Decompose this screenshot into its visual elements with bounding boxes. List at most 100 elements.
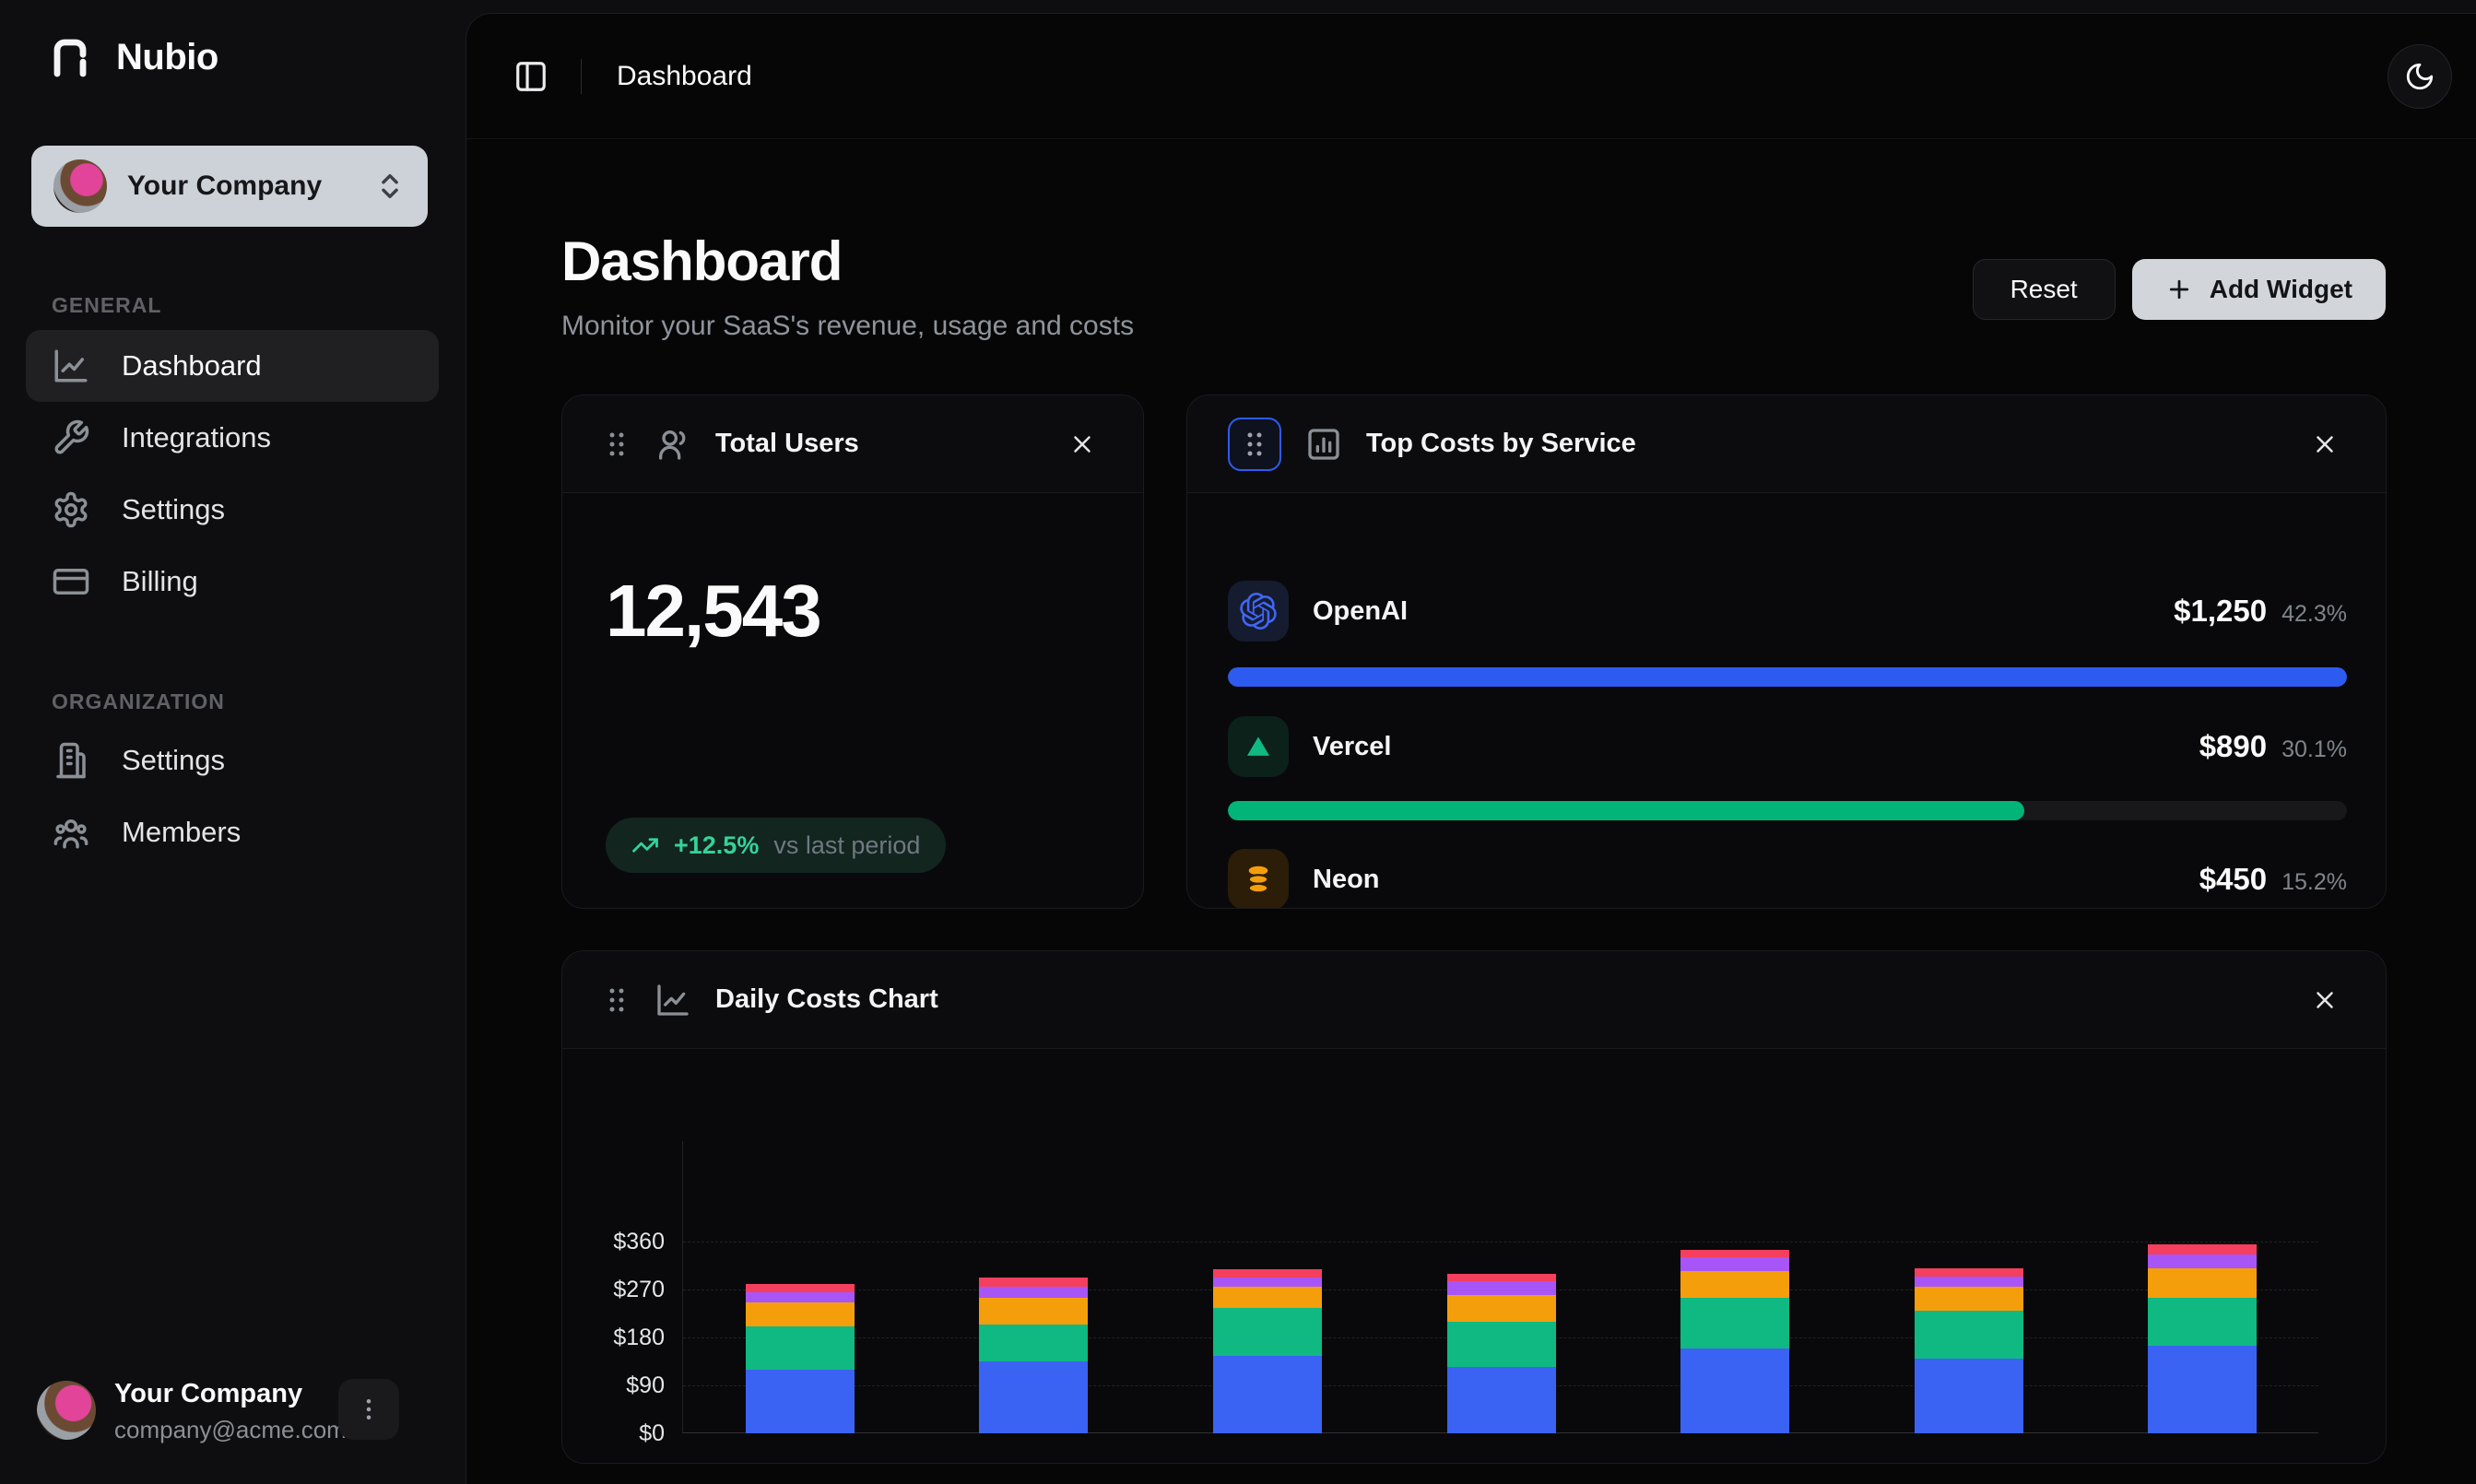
section-label-general: GENERAL (52, 293, 161, 318)
service-name: OpenAI (1313, 596, 1408, 627)
service-name: Neon (1313, 865, 1380, 895)
sidebar: Nubio Your Company GENERAL Dashboard Int… (0, 0, 466, 1484)
sidebar-item-settings[interactable]: Settings (26, 474, 439, 546)
service-name: Vercel (1313, 732, 1391, 762)
bar-segment-openai (1447, 1367, 1556, 1433)
sidebar-item-label: Integrations (122, 421, 271, 454)
ellipsis-vertical-icon (355, 1396, 383, 1423)
bar-segment-clerk (2148, 1244, 2257, 1255)
nubio-logo-icon (48, 35, 92, 79)
bar-segment-clerk (1680, 1250, 1789, 1258)
workspace-avatar (53, 159, 107, 213)
y-axis-tick: $180 (561, 1325, 665, 1351)
chart-line-icon (52, 347, 90, 385)
bar-segment-neon (1915, 1287, 2023, 1311)
bar-segment-openai (1915, 1359, 2023, 1433)
progress-bar-vercel (1228, 801, 2347, 820)
widget-top-costs: Top Costs by Service OpenAI $1,250 42.3% (1186, 395, 2387, 909)
drag-handle-icon[interactable] (1228, 418, 1281, 471)
close-widget-button[interactable] (2305, 424, 2345, 465)
sidebar-item-label: Settings (122, 744, 225, 777)
people-icon (52, 813, 90, 852)
wrench-icon (52, 418, 90, 457)
building-icon (52, 741, 90, 780)
bar-segment-openai (746, 1370, 855, 1433)
bar-segment-neon (746, 1302, 855, 1326)
drag-handle-icon[interactable] (603, 426, 631, 463)
add-widget-button[interactable]: Add Widget (2132, 259, 2386, 320)
line-chart-icon (654, 982, 691, 1019)
total-users-value: 12,543 (606, 569, 820, 654)
topbar: Dashboard (466, 14, 2476, 139)
trending-up-icon (631, 831, 659, 859)
footer-company-name: Your Company (114, 1379, 302, 1409)
service-percent: 15.2% (2281, 869, 2347, 896)
bar-segment-clerk (1915, 1268, 2023, 1277)
nav-general: Dashboard Integrations Settings Billing (26, 330, 439, 618)
sidebar-toggle-button[interactable] (505, 51, 557, 102)
sidebar-item-org-settings[interactable]: Settings (26, 724, 439, 796)
cost-row-neon: Neon $450 15.2% (1228, 849, 2347, 909)
trend-note: vs last period (773, 831, 920, 860)
bar-segment-neon (1213, 1287, 1322, 1308)
progress-bar-openai (1228, 667, 2347, 687)
workspace-selector[interactable]: Your Company (31, 146, 428, 227)
topbar-divider (581, 59, 582, 94)
close-icon (1068, 430, 1096, 458)
widget-title: Total Users (715, 429, 859, 459)
sidebar-item-billing[interactable]: Billing (26, 546, 439, 618)
panel-left-icon (513, 59, 548, 94)
widget-header: Top Costs by Service (1187, 395, 2386, 493)
plus-icon (2165, 276, 2193, 303)
widget-title: Top Costs by Service (1366, 429, 1636, 459)
y-axis-tick: $90 (561, 1372, 665, 1399)
footer-menu-button[interactable] (338, 1379, 399, 1440)
widget-body: 12,543 +12.5% vs last period (562, 493, 1143, 908)
widget-daily-costs: Daily Costs Chart $0$90$180$270$360Jan 1… (561, 950, 2387, 1464)
bar-segment-resend (746, 1292, 855, 1303)
y-axis-tick: $0 (561, 1420, 665, 1447)
bar-segment-neon (1680, 1271, 1789, 1298)
sidebar-item-integrations[interactable]: Integrations (26, 402, 439, 474)
chart-plot: $0$90$180$270$360Jan 1Jan 2Jan 3Jan 4Jan… (682, 1141, 2318, 1433)
sidebar-footer: Your Company company@acme.com (0, 1377, 466, 1451)
users-icon (654, 426, 691, 463)
bar-segment-clerk (979, 1278, 1088, 1287)
openai-logo-icon (1228, 581, 1289, 642)
add-widget-label: Add Widget (2210, 275, 2352, 304)
service-percent: 30.1% (2281, 736, 2347, 763)
bar-segment-openai (1680, 1349, 1789, 1433)
cost-row-vercel: Vercel $890 30.1% (1228, 716, 2347, 777)
page-actions: Reset Add Widget (1973, 259, 2386, 320)
sidebar-item-dashboard[interactable]: Dashboard (26, 330, 439, 402)
bar-segment-vercel (2148, 1298, 2257, 1346)
service-percent: 42.3% (2281, 601, 2347, 628)
footer-company-email: company@acme.com (114, 1416, 347, 1444)
neon-database-icon (1228, 849, 1289, 909)
sidebar-item-members[interactable]: Members (26, 796, 439, 868)
sidebar-item-label: Dashboard (122, 349, 262, 383)
chevrons-up-down-icon (374, 171, 406, 202)
bar-segment-resend (1213, 1278, 1322, 1287)
nav-organization: Settings Members (26, 724, 439, 868)
bar-segment-resend (2148, 1254, 2257, 1267)
trend-percent: +12.5% (674, 831, 759, 860)
close-widget-button[interactable] (2305, 980, 2345, 1020)
bar-segment-resend (1915, 1277, 2023, 1288)
drag-handle-icon[interactable] (603, 982, 631, 1019)
bar-segment-clerk (746, 1284, 855, 1292)
bar-segment-clerk (1447, 1274, 1556, 1282)
reset-button[interactable]: Reset (1973, 259, 2116, 320)
footer-avatar (37, 1381, 96, 1440)
widget-total-users: Total Users 12,543 +12.5% vs last period (561, 395, 1144, 909)
widget-body: OpenAI $1,250 42.3% Vercel $890 30.1% (1187, 493, 2386, 908)
close-icon (2311, 430, 2339, 458)
bar-segment-neon (2148, 1268, 2257, 1298)
bar-segment-openai (1213, 1356, 1322, 1433)
close-widget-button[interactable] (1062, 424, 1102, 465)
bar-segment-openai (2148, 1346, 2257, 1433)
theme-toggle-button[interactable] (2388, 44, 2452, 109)
bar-segment-neon (1447, 1295, 1556, 1322)
cost-row-openai: OpenAI $1,250 42.3% (1228, 581, 2347, 642)
sidebar-item-label: Billing (122, 565, 198, 598)
